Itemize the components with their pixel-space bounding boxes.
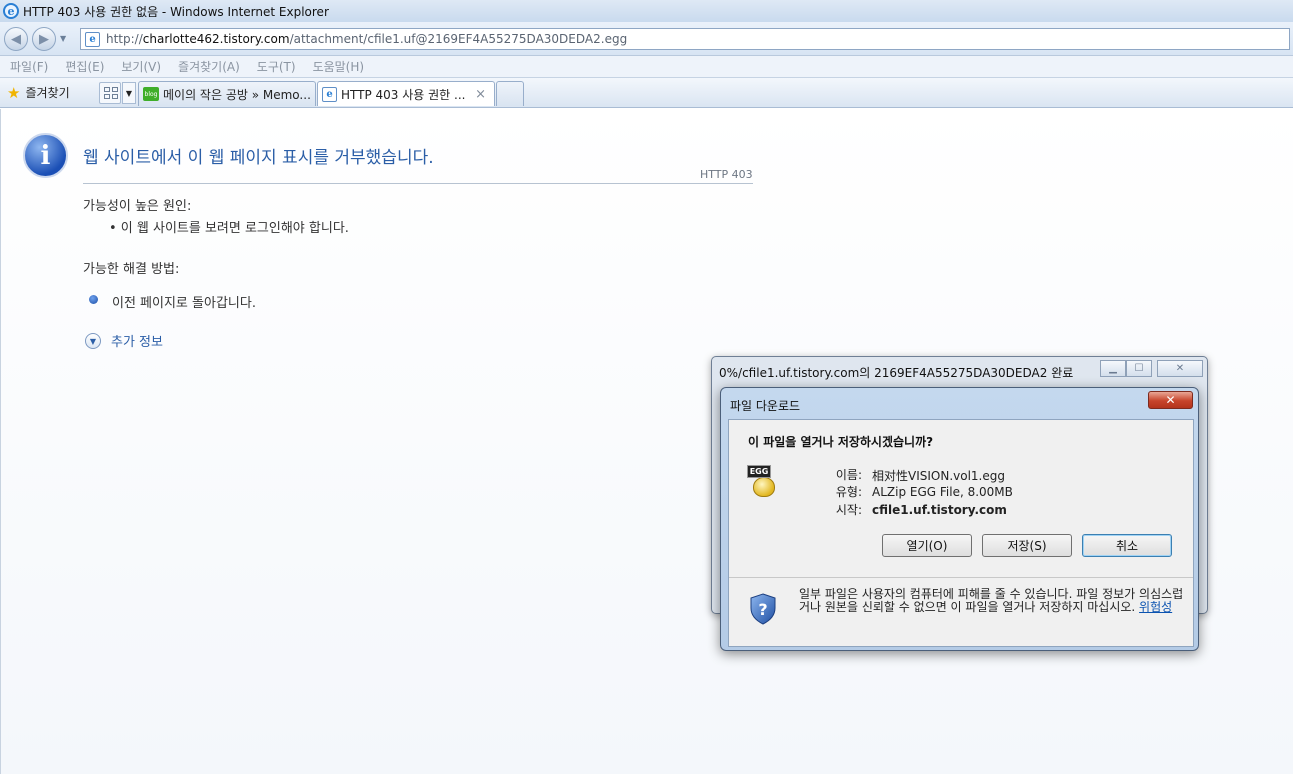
window-titlebar: e HTTP 403 사용 권한 없음 - Windows Internet E…	[0, 0, 1293, 22]
menu-favorites[interactable]: 즐겨찾기(A)	[178, 58, 240, 75]
chevron-down-icon: ▼	[125, 88, 133, 98]
svg-text:?: ?	[758, 600, 767, 619]
star-icon: ★	[7, 83, 21, 102]
menu-file[interactable]: 파일(F)	[10, 58, 48, 75]
dialog-body: 이 파일을 열거나 저장하시겠습니까? EGG 이름: 相对性VISION.vo…	[728, 419, 1194, 647]
history-dropdown-icon[interactable]: ▼	[60, 34, 66, 43]
dialog-title: 파일 다운로드	[730, 399, 801, 413]
file-source: cfile1.uf.tistory.com	[872, 503, 1007, 517]
tab-blog[interactable]: blog 메이의 작은 공방 » Memo...	[138, 81, 316, 106]
open-button[interactable]: 열기(O)	[882, 534, 972, 557]
expand-icon[interactable]: ▼	[85, 333, 101, 349]
url-host: charlotte462.tistory.com	[142, 32, 290, 46]
address-bar[interactable]: e http://charlotte462.tistory.com/attach…	[80, 28, 1290, 50]
name-label: 이름:	[835, 468, 862, 482]
file-download-dialog: 파일 다운로드 ✕ 이 파일을 열거나 저장하시겠습니까? EGG 이름: 相对…	[720, 387, 1199, 651]
page-title: 웹 사이트에서 이 웹 페이지 표시를 거부했습니다.	[83, 148, 434, 168]
ie-page-icon: e	[85, 31, 100, 47]
ie-logo-icon: e	[3, 3, 19, 19]
dialog-close-button[interactable]: ✕	[1148, 391, 1193, 409]
tab-http-403[interactable]: e HTTP 403 사용 권한 ... ×	[317, 81, 495, 106]
tab-label: 메이의 작은 공방 » Memo...	[163, 87, 311, 102]
forward-arrow-icon: ▶	[39, 31, 49, 47]
blog-icon: blog	[143, 87, 159, 101]
maximize-button[interactable]: ☐	[1126, 360, 1152, 377]
close-icon: ✕	[1165, 393, 1176, 407]
favorites-label: 즐겨찾기	[25, 86, 70, 100]
close-button[interactable]: ✕	[1157, 360, 1203, 377]
info-icon: i	[23, 133, 68, 178]
tab-list-dropdown[interactable]: ▼	[122, 82, 136, 104]
save-button[interactable]: 저장(S)	[982, 534, 1072, 557]
tab-bar: ★ 즐겨찾기 ▼ blog 메이의 작은 공방 » Memo... e HTTP…	[0, 78, 1293, 108]
navigation-bar: ◀ ▶ ▼ e http://charlotte462.tistory.com/…	[0, 22, 1293, 56]
go-back-link[interactable]: 이전 페이지로 돌아갑니다.	[112, 292, 256, 311]
progress-title: 0%/cfile1.uf.tistory.com의 2169EF4A55275D…	[719, 366, 1074, 380]
security-warning: 일부 파일은 사용자의 컴퓨터에 피해를 줄 수 있습니다. 파일 정보가 의심…	[799, 588, 1184, 614]
cause-heading: 가능성이 높은 원인:	[83, 199, 192, 214]
cause-item: • 이 웹 사이트를 보려면 로그인해야 합니다.	[109, 221, 349, 236]
solution-heading: 가능한 해결 방법:	[83, 262, 180, 277]
from-label: 시작:	[835, 503, 862, 517]
menu-bar: 파일(F) 편집(E) 보기(V) 즐겨찾기(A) 도구(T) 도움말(H)	[0, 56, 1293, 78]
file-name: 相对性VISION.vol1.egg	[872, 469, 1005, 483]
quick-tabs-grid-icon	[104, 87, 110, 92]
more-info-link[interactable]: 추가 정보	[111, 331, 163, 350]
file-type: ALZip EGG File, 8.00MB	[872, 485, 1013, 499]
ie-page-icon: e	[322, 86, 337, 102]
menu-view[interactable]: 보기(V)	[121, 58, 161, 75]
warning-text: 일부 파일은 사용자의 컴퓨터에 피해를 줄 수 있습니다. 파일 정보가 의심…	[799, 587, 1184, 614]
menu-tools[interactable]: 도구(T)	[257, 58, 296, 75]
bullet-icon	[89, 295, 98, 304]
favorites-button[interactable]: ★ 즐겨찾기	[7, 84, 70, 101]
divider	[83, 183, 753, 184]
menu-edit[interactable]: 편집(E)	[65, 58, 104, 75]
url-prefix: http://	[106, 32, 143, 46]
tab-label: HTTP 403 사용 권한 ...	[341, 87, 466, 102]
window-title: HTTP 403 사용 권한 없음 - Windows Internet Exp…	[23, 4, 329, 19]
forward-button[interactable]: ▶	[32, 27, 56, 51]
minimize-icon: ▁	[1109, 363, 1117, 374]
back-arrow-icon: ◀	[11, 31, 21, 47]
address-url[interactable]: http://charlotte462.tistory.com/attachme…	[106, 32, 627, 46]
egg-file-icon: EGG	[747, 465, 779, 499]
url-path: /attachment/cfile1.uf@2169EF4A55275DA30D…	[289, 32, 628, 46]
back-button[interactable]: ◀	[4, 27, 28, 51]
risk-link[interactable]: 위험성	[1139, 600, 1172, 614]
quick-tabs-button[interactable]	[99, 82, 121, 104]
minimize-button[interactable]: ▁	[1100, 360, 1126, 377]
new-tab-button[interactable]	[496, 81, 524, 106]
close-icon: ✕	[1175, 363, 1185, 374]
tab-close-icon[interactable]: ×	[475, 87, 486, 102]
menu-help[interactable]: 도움말(H)	[313, 58, 365, 75]
type-label: 유형:	[835, 485, 862, 499]
security-shield-icon: ?	[750, 593, 776, 625]
cancel-button[interactable]: 취소	[1082, 534, 1172, 557]
http-code: HTTP 403	[700, 168, 753, 181]
maximize-icon: ☐	[1134, 363, 1144, 374]
dialog-question: 이 파일을 열거나 저장하시겠습니까?	[748, 435, 934, 449]
divider	[729, 577, 1193, 578]
